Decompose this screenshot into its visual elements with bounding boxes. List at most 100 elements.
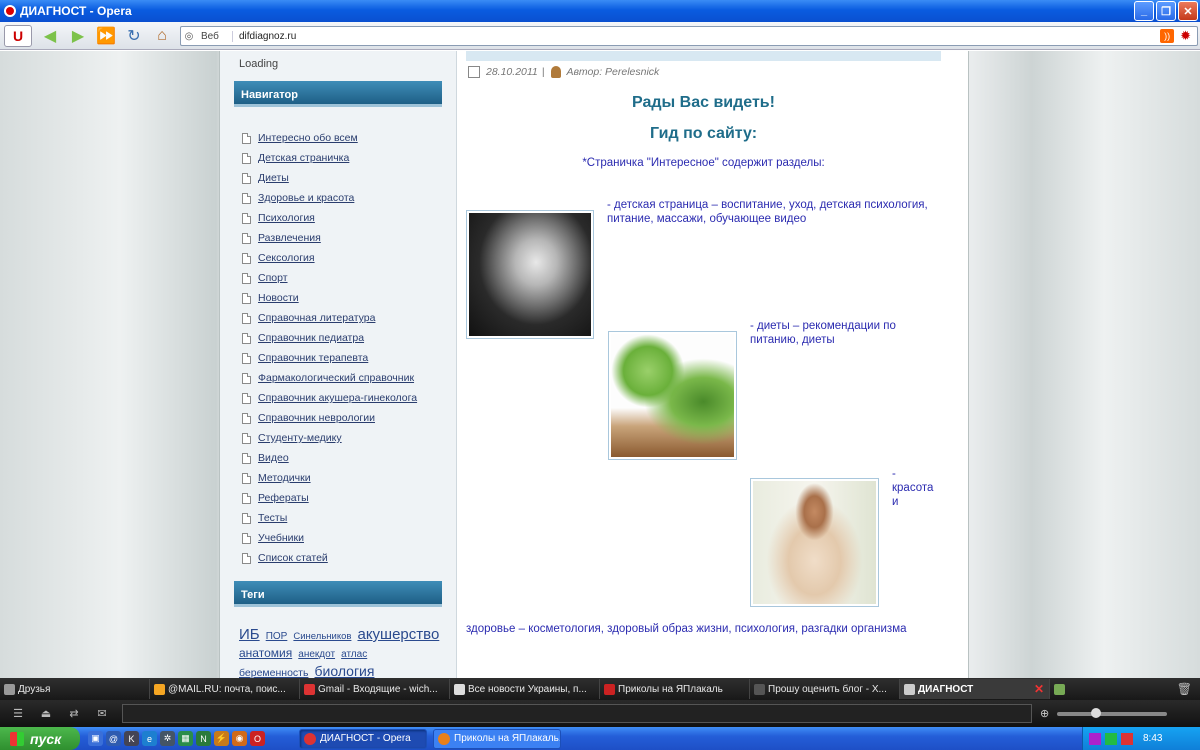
nav-item[interactable]: Справочник акушера-гинеколога xyxy=(242,388,417,408)
nav-link[interactable]: Сексология xyxy=(258,252,315,264)
zoom-control[interactable]: ⊕ xyxy=(1040,707,1168,720)
nav-item[interactable]: Интересно обо всем xyxy=(242,128,417,148)
search-engine-label[interactable]: Веб xyxy=(197,30,233,42)
nav-link[interactable]: Интересно обо всем xyxy=(258,132,358,144)
nav-item[interactable]: Справочник терапевта xyxy=(242,348,417,368)
new-tab-button[interactable] xyxy=(1050,679,1090,699)
nav-item[interactable]: Тесты xyxy=(242,508,417,528)
trash-icon[interactable]: 🗑 xyxy=(1177,682,1192,696)
nav-item[interactable]: Студенту-медику xyxy=(242,428,417,448)
ql-gear-icon[interactable]: ✲ xyxy=(160,731,175,746)
mail-icon[interactable]: ✉ xyxy=(92,705,112,723)
nav-link[interactable]: Фармакологический справочник xyxy=(258,372,414,384)
nav-link[interactable]: Справочная литература xyxy=(258,312,375,324)
minimize-button[interactable]: _ xyxy=(1134,1,1154,21)
ql-opera-icon[interactable]: O xyxy=(250,731,265,746)
nav-link[interactable]: Тесты xyxy=(258,512,287,524)
tray-network-icon[interactable] xyxy=(1105,732,1117,745)
close-tab-icon[interactable]: ✕ xyxy=(1034,682,1044,696)
nav-item[interactable]: Справочник неврологии xyxy=(242,408,417,428)
opera-menu-button[interactable]: U xyxy=(4,24,32,47)
nav-item[interactable]: Видео xyxy=(242,448,417,468)
nav-link[interactable]: Диеты xyxy=(258,172,289,184)
bug-report-icon[interactable]: ✹ xyxy=(1180,28,1191,44)
fast-forward-button[interactable]: ⏩ xyxy=(94,25,118,47)
nav-link[interactable]: Учебники xyxy=(258,532,304,544)
zoom-slider[interactable] xyxy=(1057,707,1168,718)
ql-bolt-icon[interactable]: ⚡ xyxy=(214,731,229,746)
reload-button[interactable]: ↻ xyxy=(122,25,146,47)
nav-item[interactable]: Спорт xyxy=(242,268,417,288)
ql-grid-icon[interactable]: ▦ xyxy=(178,731,193,746)
home-button[interactable]: ⌂ xyxy=(150,25,174,47)
nav-item[interactable]: Психология xyxy=(242,208,417,228)
ql-save-icon[interactable]: ▣ xyxy=(88,731,103,746)
nav-link[interactable]: Развлечения xyxy=(258,232,321,244)
share-icon[interactable]: ⇄ xyxy=(64,705,84,723)
tab-news[interactable]: Все новости Украины, п... xyxy=(450,679,600,699)
nav-item[interactable]: Список статей xyxy=(242,548,417,568)
nav-item[interactable]: Новости xyxy=(242,288,417,308)
tag-link[interactable]: биология xyxy=(315,663,375,678)
taskbar-task-opera[interactable]: ДИАГНОСТ - Opera xyxy=(299,728,427,749)
tray-app-icon[interactable] xyxy=(1089,732,1101,745)
nav-link[interactable]: Спорт xyxy=(258,272,288,284)
tab-friends[interactable]: Друзья xyxy=(0,679,150,699)
close-window-button[interactable]: ✕ xyxy=(1178,1,1198,21)
panel-toggle-icon[interactable]: ☰ xyxy=(8,705,28,723)
nav-link[interactable]: Справочник неврологии xyxy=(258,412,375,424)
tab-gmail[interactable]: Gmail - Входящие - wich... xyxy=(300,679,450,699)
nav-link[interactable]: Психология xyxy=(258,212,315,224)
tag-link[interactable]: ИБ xyxy=(239,626,260,643)
nav-link[interactable]: Справочник терапевта xyxy=(258,352,368,364)
address-bar[interactable]: ◎ Веб difdiagnoz.ru )) ✹ xyxy=(180,26,1198,46)
nav-item[interactable]: Фармакологический справочник xyxy=(242,368,417,388)
tray-antivirus-icon[interactable] xyxy=(1121,732,1133,745)
tab-diagnost[interactable]: ДИАГНОСТ ✕ xyxy=(900,679,1050,699)
nav-link[interactable]: Здоровье и красота xyxy=(258,192,354,204)
ql-mail-icon[interactable]: @ xyxy=(106,731,121,746)
nav-item[interactable]: Диеты xyxy=(242,168,417,188)
nav-link[interactable]: Студенту-медику xyxy=(258,432,342,444)
clock[interactable]: 8:43 xyxy=(1143,733,1162,744)
nav-item[interactable]: Развлечения xyxy=(242,228,417,248)
nav-item[interactable]: Справочная литература xyxy=(242,308,417,328)
nav-link[interactable]: Методички xyxy=(258,472,311,484)
tag-link[interactable]: беременность xyxy=(239,667,308,678)
tab-mailru[interactable]: @MAIL.RU: почта, поис... xyxy=(150,679,300,699)
tag-link[interactable]: ПОР xyxy=(266,631,288,642)
nav-item[interactable]: Детская страничка xyxy=(242,148,417,168)
maximize-button[interactable]: ❐ xyxy=(1156,1,1176,21)
nav-item[interactable]: Учебники xyxy=(242,528,417,548)
nav-link[interactable]: Справочник акушера-гинеколога xyxy=(258,392,417,404)
tag-link[interactable]: Синельников xyxy=(293,631,351,642)
tag-link[interactable]: анатомия xyxy=(239,646,292,660)
unite-icon[interactable]: ⏏ xyxy=(36,705,56,723)
zoom-slider-knob[interactable] xyxy=(1091,707,1102,718)
forward-button[interactable]: ▶ xyxy=(66,25,90,47)
nav-link[interactable]: Видео xyxy=(258,452,289,464)
rss-icon[interactable]: )) xyxy=(1160,29,1175,43)
nav-item[interactable]: Здоровье и красота xyxy=(242,188,417,208)
taskbar-task-firefox[interactable]: Приколы на ЯПлакаль... xyxy=(433,728,561,749)
nav-link[interactable]: Детская страничка xyxy=(258,152,349,164)
start-button[interactable]: пуск xyxy=(0,727,80,750)
ql-firefox-icon[interactable]: ◉ xyxy=(232,731,247,746)
nav-link[interactable]: Справочник педиатра xyxy=(258,332,364,344)
nav-item[interactable]: Рефераты xyxy=(242,488,417,508)
ql-n-icon[interactable]: N xyxy=(196,731,211,746)
tag-link[interactable]: атлас xyxy=(341,649,367,660)
back-button[interactable]: ◀ xyxy=(38,25,62,47)
nav-item[interactable]: Справочник педиатра xyxy=(242,328,417,348)
nav-link[interactable]: Список статей xyxy=(258,552,328,564)
nav-item[interactable]: Сексология xyxy=(242,248,417,268)
tab-yaplakal[interactable]: Приколы на ЯПлакаль xyxy=(600,679,750,699)
tag-link[interactable]: акушерство xyxy=(357,626,439,643)
tag-link[interactable]: анекдот xyxy=(298,649,335,660)
nav-link[interactable]: Новости xyxy=(258,292,299,304)
nav-item[interactable]: Методички xyxy=(242,468,417,488)
ql-ie-icon[interactable]: e xyxy=(142,731,157,746)
nav-link[interactable]: Рефераты xyxy=(258,492,309,504)
url-field[interactable]: difdiagnoz.ru xyxy=(233,31,1160,42)
ql-k-icon[interactable]: K xyxy=(124,731,139,746)
